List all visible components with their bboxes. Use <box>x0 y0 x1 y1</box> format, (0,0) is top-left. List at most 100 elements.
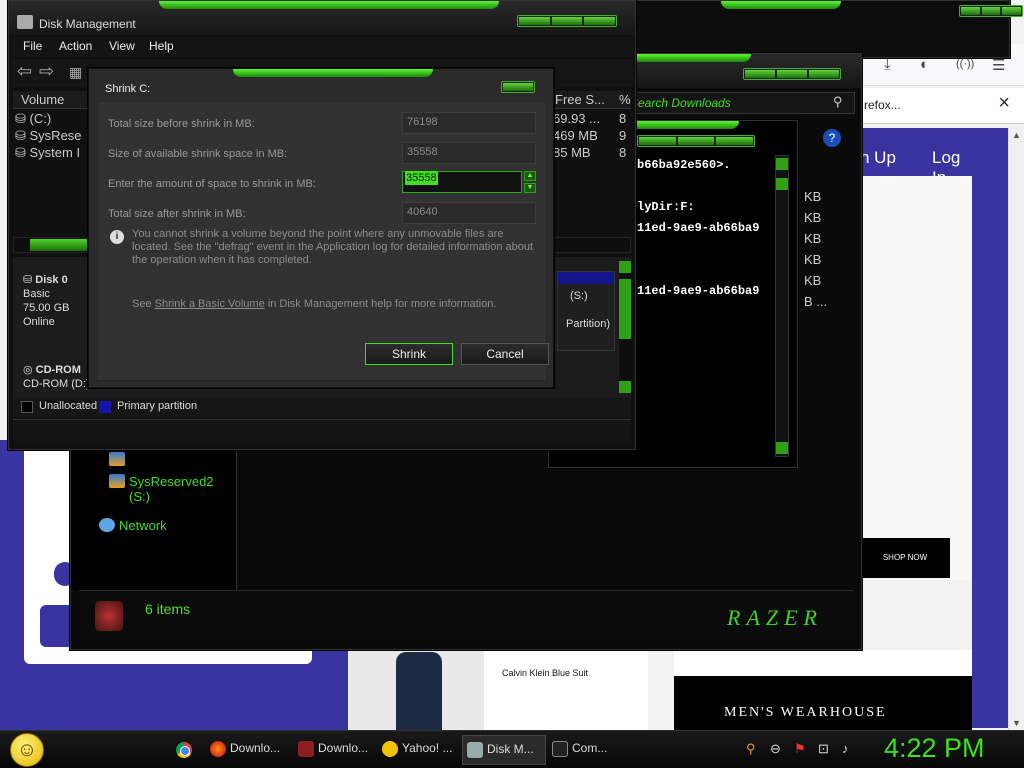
tab-title: refox... <box>864 98 901 112</box>
volume-row[interactable]: ⛁ System I <box>15 145 80 161</box>
account-icon[interactable]: ◐ <box>920 56 929 73</box>
column-percent[interactable]: % <box>619 92 631 107</box>
notification-icon[interactable]: ⊖ <box>770 741 781 757</box>
nav-item-sysreserved2[interactable]: SysReserved2 (S:) <box>129 474 236 504</box>
status-bar: 6 items RAZER <box>79 590 853 640</box>
reader-icon[interactable]: ((·)) <box>956 58 974 70</box>
scroll-thumb[interactable] <box>619 279 631 339</box>
volume-icon[interactable]: ♪ <box>842 741 849 756</box>
scroll-up-icon[interactable] <box>776 158 788 170</box>
taskbar-item-yahoo[interactable]: Yahoo! ... <box>378 735 462 765</box>
disk-management-icon <box>467 742 483 758</box>
explorer-icon <box>298 741 314 757</box>
disk-pane-scrollbar[interactable] <box>619 261 631 393</box>
taskbar-item-command-prompt[interactable]: Com... <box>548 735 626 765</box>
signup-link[interactable]: n Up <box>860 148 896 168</box>
taskbar-item-firefox[interactable]: Downlo... <box>206 735 290 765</box>
navigation-pane: SysReserved2 (S:) Network <box>71 448 237 590</box>
column-volume[interactable]: Volume <box>21 92 64 107</box>
product-card[interactable]: Calvin Klein Blue Suit <box>484 650 648 730</box>
firefox-icon <box>210 741 226 757</box>
menu-help[interactable]: Help <box>149 39 174 53</box>
window-controls[interactable] <box>517 15 617 27</box>
cdrom-label[interactable]: ◎ CD-ROM CD-ROM (D:) <box>23 363 90 391</box>
partition-block[interactable]: (S:) Partition) <box>557 271 615 351</box>
info-icon: i <box>110 230 124 244</box>
legend-unallocated: Unallocated <box>39 400 98 412</box>
volume-row[interactable]: ⛁ SysRese <box>15 128 82 144</box>
window-controls[interactable] <box>743 68 841 80</box>
forward-icon[interactable]: ⇨ <box>39 61 54 82</box>
volume-percent: 8 <box>619 145 627 160</box>
shrink-help-link[interactable]: Shrink a Basic Volume <box>155 298 265 310</box>
shrink-amount-input[interactable]: 35558 <box>402 171 522 193</box>
disk-icon: ⛁ <box>23 274 36 286</box>
close-button[interactable] <box>501 81 535 93</box>
brand-banner[interactable]: MEN'S WEARHOUSE <box>674 676 972 730</box>
back-icon[interactable]: ⇦ <box>17 61 32 82</box>
browser-tab[interactable]: refox... × <box>860 88 1024 124</box>
scroll-down-icon[interactable] <box>776 442 788 454</box>
window-controls[interactable] <box>959 5 1023 17</box>
menu-icon[interactable]: ☰ <box>992 56 1005 74</box>
column-free-space[interactable]: Free S... <box>555 92 605 107</box>
cancel-button[interactable]: Cancel <box>461 343 549 365</box>
cdrom-icon: ◎ <box>23 364 36 376</box>
volume-free: 85 MB <box>553 145 591 160</box>
window-controls[interactable] <box>637 135 755 147</box>
taskbar-item-disk-management[interactable]: Disk M... <box>462 735 546 765</box>
chrome-icon[interactable] <box>176 742 192 758</box>
shrink-amount-spinner[interactable]: ▲ ▼ <box>524 171 536 193</box>
help-icon[interactable]: ? <box>823 129 841 147</box>
volume-free: 69.93 ... <box>553 111 600 126</box>
volume-row[interactable]: ⛁ (C:) <box>15 111 51 127</box>
menu-action[interactable]: Action <box>59 39 92 53</box>
nav-item-network[interactable]: Network <box>119 518 167 533</box>
partition-letter: (S:) <box>570 290 588 302</box>
scroll-down-icon[interactable]: ▼ <box>1012 718 1021 728</box>
browser-scrollbar[interactable]: ▲ ▼ <box>1008 128 1024 730</box>
clock[interactable]: 4:22 PM <box>884 733 985 764</box>
title-accent <box>159 1 499 9</box>
available-space-value: 35558 <box>402 142 536 164</box>
console-output: b66ba92e560>. lyDir:F: 11ed-9ae9-ab66ba9… <box>637 158 760 298</box>
folder-icon <box>95 601 123 631</box>
taskbar-item-explorer[interactable]: Downlo... <box>294 735 378 765</box>
disk0-label[interactable]: ⛁ Disk 0 Basic 75.00 GB Online <box>23 273 69 329</box>
scroll-thumb[interactable] <box>776 178 788 190</box>
site-nav: n Up Log In <box>860 128 972 187</box>
drive-icon <box>109 452 125 466</box>
scroll-thumb[interactable] <box>30 239 94 251</box>
spin-down-icon[interactable]: ▼ <box>524 183 536 193</box>
legend: Unallocated Primary partition <box>13 397 631 417</box>
network-icon[interactable]: ⊡ <box>818 741 829 757</box>
search-icon[interactable]: ⚲ <box>833 94 843 110</box>
scroll-up-icon[interactable] <box>619 261 631 273</box>
shrink-button[interactable]: Shrink <box>365 343 453 365</box>
suit-image <box>396 652 442 730</box>
total-after-label: Total size after shrink in MB: <box>108 208 246 220</box>
flag-icon[interactable]: ⚑ <box>794 741 806 757</box>
volume-percent: 8 <box>619 111 627 126</box>
start-button[interactable]: ☺ <box>10 733 44 767</box>
site-banner-right <box>972 128 1008 728</box>
legend-primary: Primary partition <box>117 400 198 412</box>
console-scrollbar[interactable] <box>775 155 789 457</box>
dialog-title: Shrink C: <box>105 83 151 95</box>
close-tab-icon[interactable]: × <box>998 92 1010 115</box>
shop-now-button[interactable]: SHOP NOW <box>860 538 950 578</box>
total-before-value: 76198 <box>402 112 536 134</box>
drive-icon: ⛁ <box>15 128 30 143</box>
download-icon[interactable]: ⤓ <box>884 56 891 73</box>
search-input[interactable]: Search Downloads <box>623 92 855 114</box>
shrink-dialog: Shrink C: Total size before shrink in MB… <box>88 68 554 388</box>
menu-file[interactable]: File <box>23 39 42 53</box>
menu-view[interactable]: View <box>109 39 135 53</box>
scroll-up-icon[interactable]: ▲ <box>1012 130 1021 140</box>
title-accent <box>233 69 433 77</box>
site-promo <box>860 176 972 580</box>
search-icon[interactable]: ⚲ <box>746 741 756 757</box>
properties-icon[interactable]: ▦ <box>69 64 82 81</box>
scroll-down-icon[interactable] <box>619 381 631 393</box>
spin-up-icon[interactable]: ▲ <box>524 171 536 181</box>
